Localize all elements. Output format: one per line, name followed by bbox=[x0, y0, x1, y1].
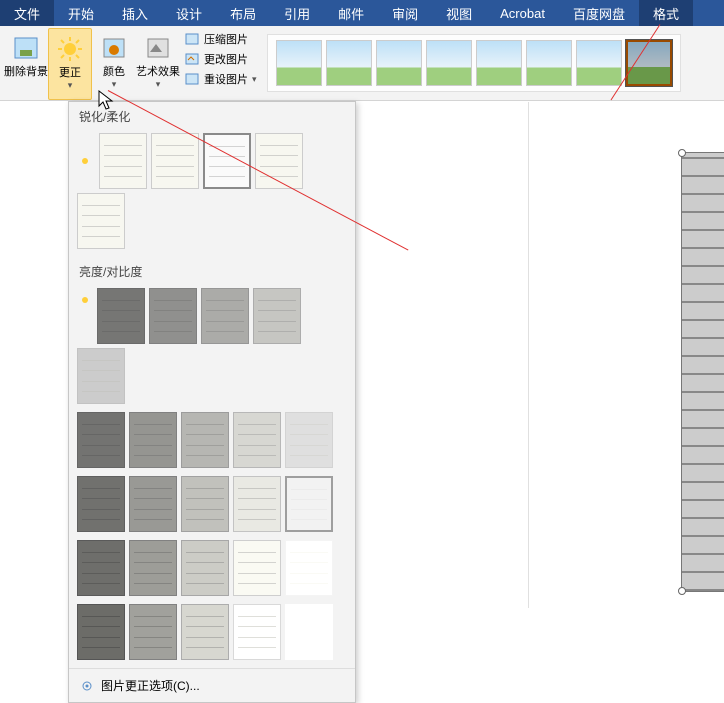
picture-corrections-options[interactable]: 图片更正选项(C)... bbox=[69, 668, 355, 702]
brightness-thumb[interactable] bbox=[77, 540, 125, 596]
brightness-thumb[interactable] bbox=[77, 348, 125, 404]
brightness-thumb[interactable] bbox=[285, 412, 333, 468]
compress-picture-button[interactable]: 压缩图片 bbox=[180, 30, 261, 48]
picture-style-item[interactable] bbox=[526, 40, 572, 86]
chevron-down-icon: ▾ bbox=[156, 79, 161, 90]
picture-style-item[interactable] bbox=[626, 40, 672, 86]
color-label: 颜色 bbox=[103, 66, 125, 79]
menu-mail[interactable]: 邮件 bbox=[324, 0, 378, 26]
brightness-grid bbox=[69, 284, 355, 668]
remove-background-label: 删除背景 bbox=[4, 66, 48, 79]
brightness-thumb[interactable] bbox=[233, 412, 281, 468]
reset-picture-button[interactable]: 重设图片 ▾ bbox=[180, 70, 261, 88]
page bbox=[529, 102, 724, 608]
picture-ops-group: 压缩图片 更改图片 重设图片 ▾ bbox=[180, 28, 261, 100]
chevron-down-icon: ▾ bbox=[68, 80, 73, 91]
brightness-thumb[interactable] bbox=[77, 412, 125, 468]
resize-handle[interactable] bbox=[678, 587, 686, 595]
change-label: 更改图片 bbox=[204, 51, 248, 67]
sun-small-icon bbox=[77, 292, 93, 308]
color-icon bbox=[98, 32, 130, 64]
artistic-effects-button[interactable]: 艺术效果 ▾ bbox=[136, 28, 180, 100]
sun-small-icon bbox=[77, 153, 93, 169]
brightness-thumb[interactable] bbox=[181, 476, 229, 532]
artistic-label: 艺术效果 bbox=[136, 66, 180, 79]
sharpen-thumb[interactable] bbox=[77, 193, 125, 249]
menu-format[interactable]: 格式 bbox=[639, 0, 693, 26]
brightness-thumb[interactable] bbox=[253, 288, 301, 344]
picture-style-gallery[interactable] bbox=[267, 34, 681, 92]
change-picture-button[interactable]: 更改图片 bbox=[180, 50, 261, 68]
menu-design[interactable]: 设计 bbox=[162, 0, 216, 26]
resize-handle[interactable] bbox=[678, 149, 686, 157]
sharpen-thumb[interactable] bbox=[203, 133, 251, 189]
brightness-thumb[interactable] bbox=[233, 540, 281, 596]
menu-layout[interactable]: 布局 bbox=[216, 0, 270, 26]
chevron-down-icon: ▾ bbox=[112, 79, 117, 90]
brightness-thumb[interactable] bbox=[129, 540, 177, 596]
menubar: 文件 开始 插入 设计 布局 引用 邮件 审阅 视图 Acrobat 百度网盘 … bbox=[0, 0, 724, 26]
sun-icon bbox=[54, 33, 86, 65]
brightness-thumb[interactable] bbox=[233, 476, 281, 532]
sharpen-grid bbox=[69, 129, 355, 257]
artistic-icon bbox=[142, 32, 174, 64]
change-icon bbox=[184, 51, 200, 67]
menu-references[interactable]: 引用 bbox=[270, 0, 324, 26]
brightness-thumb[interactable] bbox=[233, 604, 281, 660]
reset-icon bbox=[184, 71, 200, 87]
menu-start[interactable]: 开始 bbox=[54, 0, 108, 26]
options-icon bbox=[79, 678, 95, 694]
menu-review[interactable]: 审阅 bbox=[378, 0, 432, 26]
selected-image[interactable] bbox=[681, 152, 724, 592]
menu-file[interactable]: 文件 bbox=[0, 0, 54, 26]
sharpen-thumb[interactable] bbox=[99, 133, 147, 189]
remove-background-button[interactable]: 删除背景 bbox=[4, 28, 48, 100]
options-label: 图片更正选项(C)... bbox=[101, 677, 200, 694]
brightness-contrast-header: 亮度/对比度 bbox=[69, 257, 355, 284]
brightness-thumb[interactable] bbox=[97, 288, 145, 344]
compress-label: 压缩图片 bbox=[204, 31, 248, 47]
picture-style-item[interactable] bbox=[426, 40, 472, 86]
brightness-thumb[interactable] bbox=[129, 476, 177, 532]
picture-style-item[interactable] bbox=[476, 40, 522, 86]
chevron-down-icon: ▾ bbox=[252, 74, 257, 85]
brightness-thumb[interactable] bbox=[181, 604, 229, 660]
brightness-thumb[interactable] bbox=[149, 288, 197, 344]
reset-label: 重设图片 bbox=[204, 71, 248, 87]
brightness-thumb[interactable] bbox=[285, 540, 333, 596]
picture-style-item[interactable] bbox=[326, 40, 372, 86]
brightness-thumb[interactable] bbox=[129, 412, 177, 468]
brightness-thumb[interactable] bbox=[129, 604, 177, 660]
picture-style-item[interactable] bbox=[576, 40, 622, 86]
brightness-thumb[interactable] bbox=[181, 412, 229, 468]
sharpen-thumb[interactable] bbox=[151, 133, 199, 189]
menu-insert[interactable]: 插入 bbox=[108, 0, 162, 26]
menu-baidu[interactable]: 百度网盘 bbox=[559, 0, 639, 26]
brightness-thumb[interactable] bbox=[285, 476, 333, 532]
brightness-thumb[interactable] bbox=[77, 604, 125, 660]
brightness-thumb[interactable] bbox=[201, 288, 249, 344]
picture-style-item[interactable] bbox=[276, 40, 322, 86]
corrections-dropdown: 锐化/柔化 亮度/对比度 图片更正选项(C)... bbox=[68, 101, 356, 703]
brightness-thumb[interactable] bbox=[181, 540, 229, 596]
remove-background-icon bbox=[10, 32, 42, 64]
corrections-button[interactable]: 更正 ▾ bbox=[48, 28, 92, 100]
menu-acrobat[interactable]: Acrobat bbox=[486, 0, 559, 26]
color-button[interactable]: 颜色 ▾ bbox=[92, 28, 136, 100]
sharpen-soften-header: 锐化/柔化 bbox=[69, 102, 355, 129]
corrections-label: 更正 bbox=[59, 67, 81, 80]
brightness-thumb[interactable] bbox=[285, 604, 333, 660]
compress-icon bbox=[184, 31, 200, 47]
brightness-thumb[interactable] bbox=[77, 476, 125, 532]
menu-view[interactable]: 视图 bbox=[432, 0, 486, 26]
picture-style-item[interactable] bbox=[376, 40, 422, 86]
